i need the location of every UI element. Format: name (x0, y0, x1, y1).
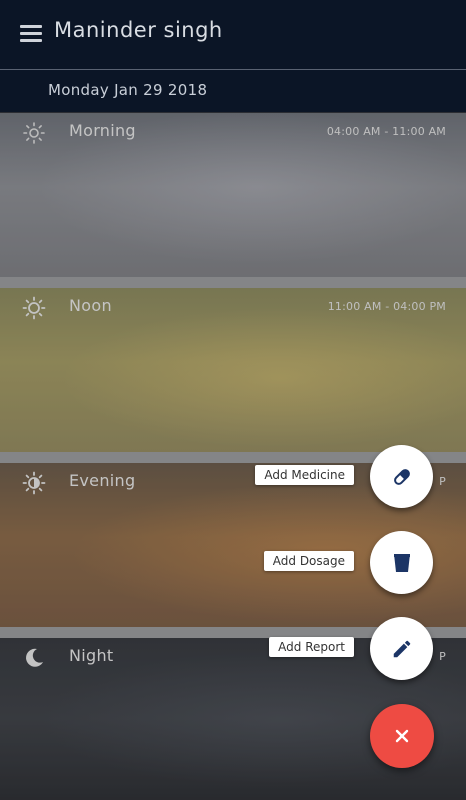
close-fab-button[interactable] (370, 704, 434, 768)
add-medicine-button[interactable] (370, 445, 433, 508)
menu-icon[interactable] (20, 25, 42, 43)
add-dosage-button[interactable] (370, 531, 433, 594)
pencil-icon (393, 640, 410, 657)
date-label: Monday Jan 29 2018 (48, 81, 208, 99)
add-report-button[interactable] (370, 617, 433, 680)
cup-icon (393, 553, 410, 572)
close-icon (395, 729, 409, 743)
add-dosage-label[interactable]: Add Dosage (263, 551, 354, 571)
fab-item-add-report: Add Report (243, 617, 433, 681)
fab-item-add-medicine: Add Medicine (243, 445, 433, 509)
pill-icon (393, 468, 410, 485)
add-medicine-label[interactable]: Add Medicine (255, 465, 354, 485)
date-bar: Monday Jan 29 2018 (0, 70, 466, 112)
app-bar: Maninder singh (0, 0, 466, 70)
fab-item-add-dosage: Add Dosage (243, 531, 433, 595)
app-title: Maninder singh (54, 18, 223, 42)
add-report-label[interactable]: Add Report (269, 637, 354, 657)
